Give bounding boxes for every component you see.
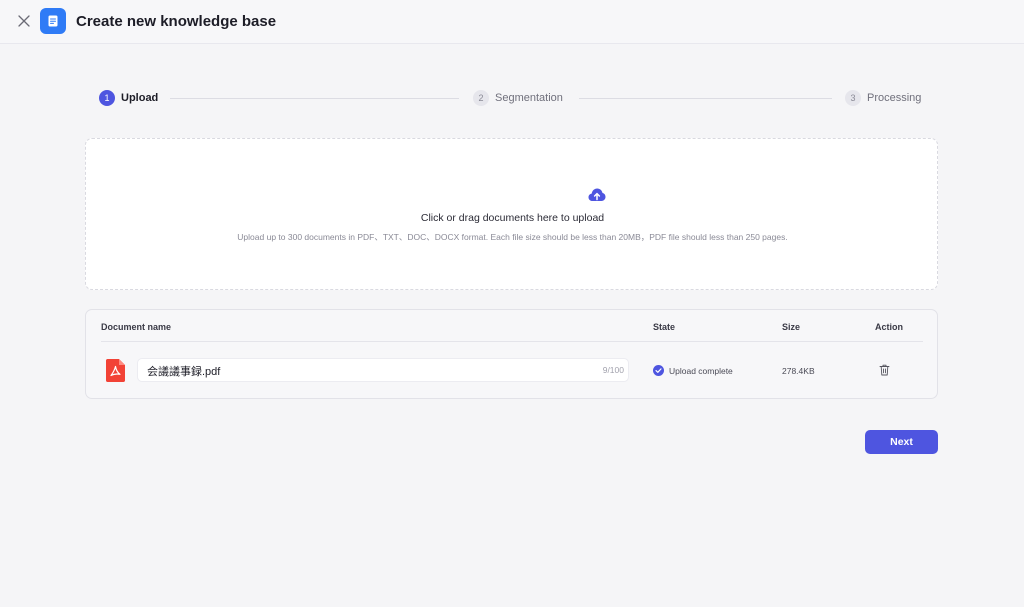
step-label: Segmentation: [495, 92, 563, 104]
step-number: 1: [99, 90, 115, 106]
column-header-state: State: [653, 322, 676, 332]
step-number: 3: [845, 90, 861, 106]
next-button[interactable]: Next: [865, 430, 938, 454]
pdf-file-icon: [106, 359, 125, 382]
document-table: Document name State Size Action 9/100 Up…: [85, 309, 938, 399]
state-label: Upload complete: [669, 365, 733, 376]
top-bar: Create new knowledge base: [0, 0, 1024, 44]
column-header-size: Size: [782, 322, 801, 332]
step-connector: [170, 98, 459, 99]
column-header-action: Action: [875, 322, 903, 332]
step-upload[interactable]: 1 Upload: [99, 90, 158, 106]
cloud-upload-icon: [588, 188, 606, 201]
document-name-input[interactable]: [147, 363, 577, 378]
upload-instruction: Click or drag documents here to upload: [420, 212, 605, 224]
char-count: 9/100: [602, 365, 624, 375]
trash-icon[interactable]: [879, 364, 890, 376]
header-divider: [101, 341, 923, 342]
step-number: 2: [473, 90, 489, 106]
upload-state: Upload complete: [653, 365, 733, 376]
step-label: Upload: [121, 92, 159, 104]
close-icon[interactable]: [17, 14, 31, 28]
check-circle-icon: [653, 365, 664, 376]
step-progress: 1 Upload 2 Segmentation 3 Processing: [99, 90, 925, 108]
upload-hint: Upload up to 300 documents in PDF、TXT、DO…: [237, 232, 788, 242]
document-icon: [40, 8, 66, 34]
file-size: 278.4KB: [782, 366, 815, 376]
document-name-field: 9/100: [137, 358, 629, 382]
upload-dropzone[interactable]: Click or drag documents here to upload U…: [85, 138, 938, 290]
step-connector: [579, 98, 832, 99]
step-label: Processing: [867, 92, 922, 104]
step-processing[interactable]: 3 Processing: [845, 90, 921, 106]
step-segmentation[interactable]: 2 Segmentation: [473, 90, 563, 106]
page-title: Create new knowledge base: [76, 13, 277, 30]
column-header-name: Document name: [101, 322, 172, 332]
